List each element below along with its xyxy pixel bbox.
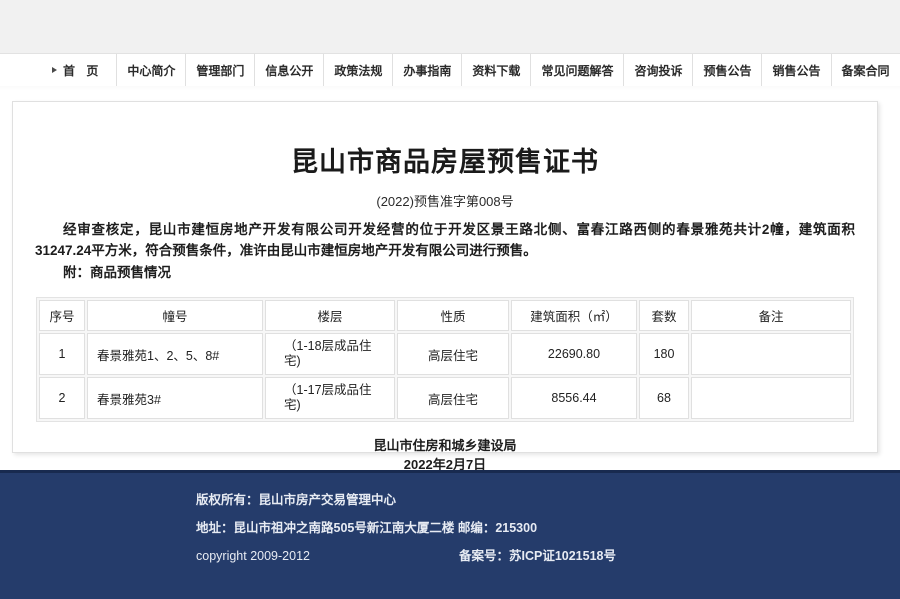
certificate-paragraph: 经审查核定，昆山市建恒房地产开发有限公司开发经营的位于开发区景王路北侧、富春江路…: [35, 222, 855, 258]
nav-item-presale-notice[interactable]: 预售公告: [693, 54, 763, 86]
nav-item-faq[interactable]: 常见问题解答: [531, 54, 625, 86]
attachment-note: 附：商品预售情况: [63, 265, 171, 280]
nav-item-policy-regulations[interactable]: 政策法规: [324, 54, 394, 86]
footer-address: 地址：昆山市祖冲之南路505号新江南大厦二楼 邮编：215300: [196, 521, 538, 535]
cell-units: 180: [639, 333, 689, 375]
nav-item-info-disclosure[interactable]: 信息公开: [255, 54, 325, 86]
table-header-remark: 备注: [691, 300, 851, 331]
nav-label: 中心简介: [127, 63, 176, 78]
nav-label: 办事指南: [403, 63, 452, 78]
footer-text-block: 版权所有：昆山市房产交易管理中心 地址：昆山市祖冲之南路505号新江南大厦二楼 …: [196, 486, 616, 570]
cell-remark: [691, 377, 851, 419]
cell-area: 22690.80: [511, 333, 637, 375]
nav-label: 政策法规: [334, 63, 383, 78]
page-title: 昆山市商品房屋预售证书: [291, 147, 599, 178]
table-header-floor: 楼层: [265, 300, 395, 331]
table-header-index: 序号: [39, 300, 85, 331]
nav-label: 销售公告: [772, 63, 821, 78]
nav-label: 咨询投诉: [634, 63, 683, 78]
table-header-units: 套数: [639, 300, 689, 331]
table-row: 2 春景雅苑3# （1-17层成品住宅) 高层住宅 8556.44 68: [39, 377, 851, 419]
nav-label: 备案合同: [841, 63, 890, 78]
cell-floor: （1-18层成品住宅): [265, 333, 395, 375]
presale-table: 序号 幢号 楼层 性质 建筑面积（㎡） 套数 备注 1 春景雅苑1、2、5、8#…: [36, 297, 854, 422]
footer-icp: 备案号：苏ICP证1021518号: [458, 549, 616, 563]
nav-label: 管理部门: [196, 63, 245, 78]
nav-item-home[interactable]: 首 页: [48, 54, 118, 86]
cell-building: 春景雅苑1、2、5、8#: [87, 333, 263, 375]
cell-index: 1: [39, 333, 85, 375]
cell-area: 8556.44: [511, 377, 637, 419]
issuer-name: 昆山市住房和城乡建设局: [373, 438, 517, 453]
table-header-area: 建筑面积（㎡）: [511, 300, 637, 331]
nav-item-consult-complaint[interactable]: 咨询投诉: [624, 54, 694, 86]
cell-remark: [691, 333, 851, 375]
main-navigation: 首 页 中心简介 管理部门 信息公开 政策法规 办事指南 资料下载 常见问题解答…: [0, 54, 900, 90]
cell-floor: （1-17层成品住宅): [265, 377, 395, 419]
cell-nature: 高层住宅: [397, 377, 509, 419]
table-header-row: 序号 幢号 楼层 性质 建筑面积（㎡） 套数 备注: [39, 300, 851, 331]
nav-item-management-dept[interactable]: 管理部门: [186, 54, 256, 86]
nav-label: 资料下载: [472, 63, 521, 78]
nav-item-filed-contract[interactable]: 备案合同: [832, 54, 900, 86]
cell-nature: 高层住宅: [397, 333, 509, 375]
nav-item-sales-notice[interactable]: 销售公告: [762, 54, 832, 86]
nav-item-home-label: 首 页: [63, 63, 103, 78]
cell-building: 春景雅苑3#: [87, 377, 263, 419]
nav-label: 信息公开: [265, 63, 314, 78]
nav-item-service-guide[interactable]: 办事指南: [393, 54, 463, 86]
certificate-document: 昆山市商品房屋预售证书 (2022)预售准字第008号 经审查核定，昆山市建恒房…: [12, 101, 878, 472]
table-header-building: 幢号: [87, 300, 263, 331]
page-header-band: [0, 0, 900, 54]
nav-item-center-intro[interactable]: 中心简介: [117, 54, 187, 86]
certificate-number: (2022)预售准字第008号: [376, 194, 514, 209]
footer-copyright: 版权所有：昆山市房产交易管理中心: [196, 493, 397, 507]
footer-copyright-en: copyright 2009-2012: [196, 549, 310, 563]
table-row: 1 春景雅苑1、2、5、8# （1-18层成品住宅) 高层住宅 22690.80…: [39, 333, 851, 375]
table-header-nature: 性质: [397, 300, 509, 331]
triangle-right-icon: [52, 67, 57, 73]
issuer-block: 昆山市住房和城乡建设局 2022年2月7日: [35, 436, 855, 474]
nav-item-downloads[interactable]: 资料下载: [462, 54, 532, 86]
nav-label: 预售公告: [703, 63, 752, 78]
cell-index: 2: [39, 377, 85, 419]
cell-units: 68: [639, 377, 689, 419]
certificate-body: 经审查核定，昆山市建恒房地产开发有限公司开发经营的位于开发区景王路北侧、富春江路…: [35, 219, 855, 261]
footer-bottom-row: copyright 2009-2012 备案号：苏ICP证1021518号: [196, 542, 616, 570]
site-footer: 版权所有：昆山市房产交易管理中心 地址：昆山市祖冲之南路505号新江南大厦二楼 …: [0, 470, 900, 599]
nav-label: 常见问题解答: [541, 63, 614, 78]
